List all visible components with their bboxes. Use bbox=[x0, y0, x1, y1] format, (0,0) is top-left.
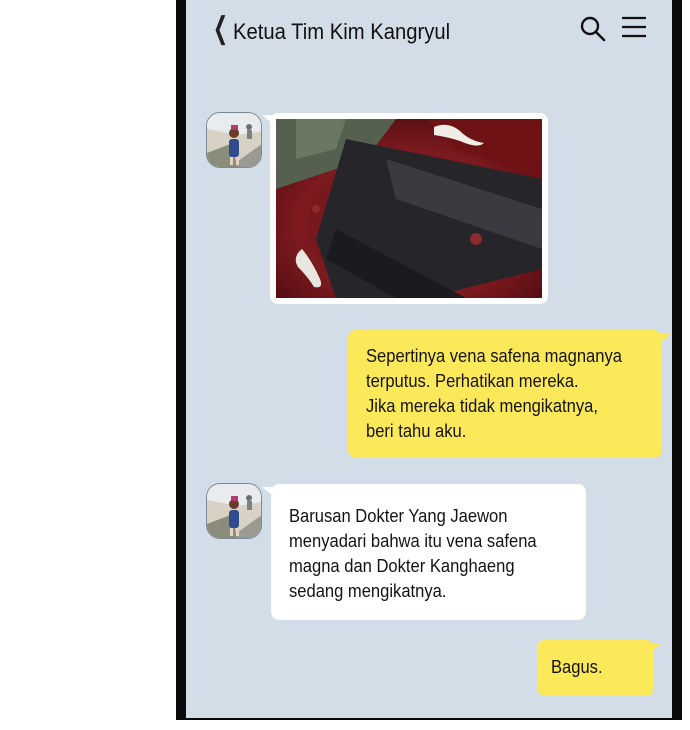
bubble-tail bbox=[662, 333, 672, 341]
image-message-bubble[interactable] bbox=[270, 113, 548, 304]
contact-avatar[interactable] bbox=[206, 112, 262, 168]
contact-avatar[interactable] bbox=[206, 483, 262, 539]
incoming-message-bubble[interactable]: Barusan Dokter Yang Jaewon menyadari bah… bbox=[271, 484, 586, 620]
chat-header: ❮ Ketua Tim Kim Kangryul bbox=[186, 0, 672, 60]
outgoing-message-bubble[interactable]: Bagus. bbox=[537, 640, 654, 696]
bubble-tail bbox=[262, 487, 272, 495]
chat-screen: ❮ Ketua Tim Kim Kangryul Sepertinya vena… bbox=[186, 0, 672, 718]
bubble-tail bbox=[652, 643, 662, 651]
outgoing-message-bubble[interactable]: Sepertinya vena safena magnanya terputus… bbox=[348, 330, 662, 458]
bubble-tail bbox=[262, 115, 272, 123]
search-icon[interactable] bbox=[579, 15, 607, 43]
hamburger-menu-icon[interactable] bbox=[621, 15, 647, 39]
message-text: Barusan Dokter Yang Jaewon menyadari bah… bbox=[289, 506, 537, 601]
message-text: Sepertinya vena safena magnanya terputus… bbox=[366, 346, 622, 441]
chevron-left-icon[interactable]: ❮ bbox=[213, 14, 228, 44]
chat-title: Ketua Tim Kim Kangryul bbox=[233, 19, 451, 44]
phone-frame: ❮ Ketua Tim Kim Kangryul Sepertinya vena… bbox=[176, 0, 682, 720]
message-photo[interactable] bbox=[276, 119, 542, 298]
message-text: Bagus. bbox=[551, 657, 603, 677]
